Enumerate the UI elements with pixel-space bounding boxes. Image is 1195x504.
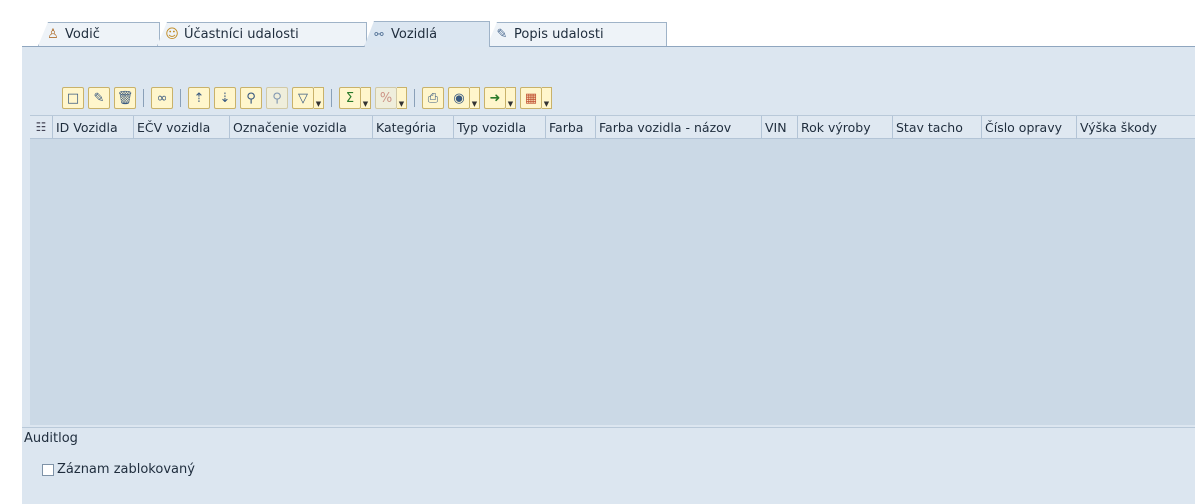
column-header[interactable]: ID Vozidla	[53, 116, 134, 138]
filter-dropdown-icon[interactable]: ▼	[314, 87, 324, 109]
tab-label: Vodič	[65, 27, 100, 42]
column-header[interactable]: Rok výroby	[798, 116, 893, 138]
toolbar-separator	[143, 89, 144, 107]
document-edit-icon: ✎	[496, 26, 508, 42]
tab-vozidla[interactable]: ⚯ Vozidlá	[364, 21, 490, 47]
sort-descending-icon[interactable]: ⇣	[214, 87, 236, 109]
auditlog-title: Auditlog	[24, 431, 78, 446]
vehicles-grid[interactable]: ☷ ID Vozidla EČV vozidla Označenie vozid…	[30, 115, 1195, 425]
record-locked-checkbox[interactable]	[42, 463, 54, 476]
record-locked-label: Záznam zablokovaný	[57, 462, 195, 477]
car-icon: ⚯	[374, 27, 384, 41]
column-header[interactable]: Kategória	[373, 116, 454, 138]
export-dropdown-icon[interactable]: ▼	[506, 87, 516, 109]
layout-icon[interactable]: ▦	[520, 87, 542, 109]
tab-label: Vozidlá	[391, 27, 438, 42]
print-icon[interactable]: ⎙	[422, 87, 444, 109]
details-glasses-icon[interactable]: ∞	[151, 87, 173, 109]
export-icon[interactable]: ➜	[484, 87, 506, 109]
layout-dropdown-icon[interactable]: ▼	[542, 87, 552, 109]
select-all-icon[interactable]: ☷	[30, 116, 53, 138]
toolbar-separator	[331, 89, 332, 107]
column-header[interactable]: Stav tacho	[893, 116, 982, 138]
auditlog-body: Záznam zablokovaný	[22, 449, 1195, 504]
views-icon[interactable]: ◉	[448, 87, 470, 109]
sum-dropdown-icon[interactable]: ▼	[361, 87, 371, 109]
people-icon: ☺	[165, 26, 179, 42]
toolbar-separator	[180, 89, 181, 107]
column-header[interactable]: EČV vozidla	[134, 116, 230, 138]
column-header[interactable]: Farba vozidla - názov	[596, 116, 762, 138]
column-header[interactable]: Výška škody	[1077, 116, 1161, 138]
delete-trash-icon[interactable]: 🗑	[114, 87, 136, 109]
new-document-icon[interactable]: □	[62, 87, 84, 109]
subtotal-dropdown-icon[interactable]: ▼	[397, 87, 407, 109]
tab-label: Popis udalosti	[514, 27, 604, 42]
column-header[interactable]: Farba	[546, 116, 596, 138]
grid-toolbar: □ ✎ 🗑 ∞ ⇡ ⇣ ⚲ ⚲ ▽ ▼ Σ ▼ % ▼ ⎙ ◉ ▼ ➜ ▼ ▦ …	[30, 83, 1195, 113]
column-header[interactable]: Označenie vozidla	[230, 116, 373, 138]
sum-icon[interactable]: Σ	[339, 87, 361, 109]
toolbar-separator	[414, 89, 415, 107]
column-header[interactable]: Typ vozidla	[454, 116, 546, 138]
tab-ucastnici-udalosti[interactable]: ☺ Účastníci udalosti	[157, 22, 367, 46]
record-locked-checkbox-row[interactable]: Záznam zablokovaný	[42, 462, 195, 477]
subtotal-icon[interactable]: %	[375, 87, 397, 109]
views-dropdown-icon[interactable]: ▼	[470, 87, 480, 109]
driver-icon: ♙	[47, 26, 59, 42]
auditlog-header: Auditlog	[22, 427, 1195, 449]
edit-pencil-icon[interactable]: ✎	[88, 87, 110, 109]
tab-strip: ♙ Vodič ☺ Účastníci udalosti ⚯ Vozidlá ✎…	[0, 0, 1195, 48]
tab-popis-udalosti[interactable]: ✎ Popis udalosti	[487, 22, 667, 46]
sort-ascending-icon[interactable]: ⇡	[188, 87, 210, 109]
grid-header: ☷ ID Vozidla EČV vozidla Označenie vozid…	[30, 116, 1195, 139]
find-binoculars-icon[interactable]: ⚲	[240, 87, 262, 109]
filter-icon[interactable]: ▽	[292, 87, 314, 109]
column-header[interactable]: Číslo opravy	[982, 116, 1077, 138]
tab-label: Účastníci udalosti	[184, 27, 299, 42]
tab-vodic[interactable]: ♙ Vodič	[38, 22, 160, 46]
find-next-icon[interactable]: ⚲	[266, 87, 288, 109]
column-header[interactable]: VIN	[762, 116, 798, 138]
